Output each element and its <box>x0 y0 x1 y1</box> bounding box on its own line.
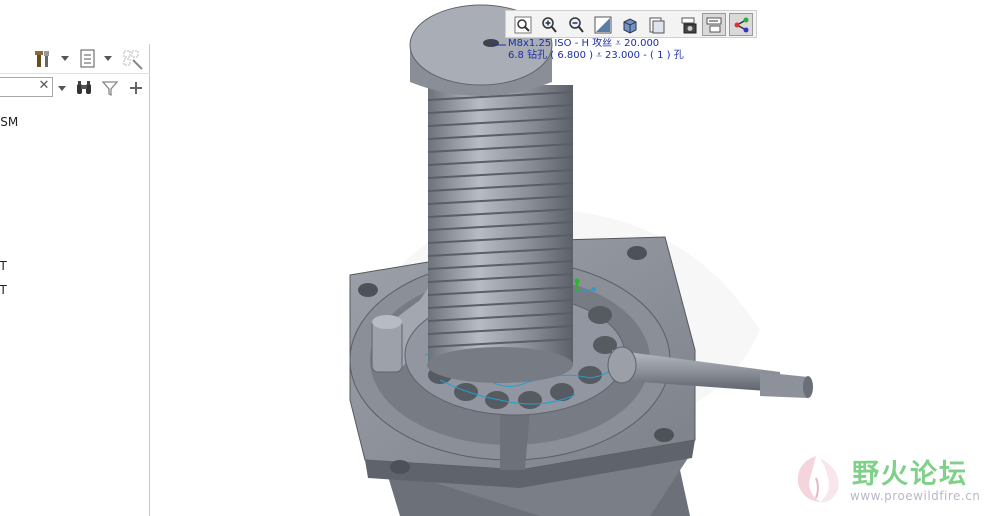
annotation-display-button[interactable] <box>702 13 726 36</box>
repaint-icon <box>594 16 612 34</box>
display-style-button[interactable] <box>617 13 641 36</box>
view-manager-icon <box>681 17 697 34</box>
settings-dropdown-icon[interactable] <box>61 56 69 61</box>
tree-item[interactable]: RT <box>0 257 7 275</box>
settings-tools-icon[interactable] <box>34 49 54 69</box>
display-style-icon <box>623 18 637 34</box>
corner-hole <box>654 428 674 442</box>
search-dropdown-icon[interactable] <box>58 86 66 91</box>
tree-item[interactable]: ASM <box>0 113 18 131</box>
saved-orientations-button[interactable] <box>644 13 668 36</box>
annotation-display-icon <box>706 17 722 33</box>
tree-item[interactable]: RT <box>0 281 7 299</box>
tree-filter-grid-icon[interactable] <box>122 49 143 70</box>
datum-display-button[interactable] <box>729 13 753 36</box>
zoom-out-button[interactable] <box>563 13 587 36</box>
clear-search-icon[interactable]: ✕ <box>37 78 51 94</box>
filter-funnel-icon[interactable] <box>101 79 119 97</box>
refit-button[interactable] <box>510 13 534 36</box>
find-binoculars-icon[interactable] <box>75 79 93 97</box>
refit-icon <box>514 16 532 34</box>
show-dropdown-icon[interactable] <box>104 56 112 61</box>
show-list-icon[interactable] <box>78 49 98 69</box>
tree-search-row: ✕ <box>0 75 150 101</box>
hole-annotation-line1[interactable]: M8x1.25 ISO - H 攻丝 ⩡ 20.000 <box>508 38 659 50</box>
tapped-hole <box>483 39 499 47</box>
model-tree-panel: ✕ ASM T T T RT RT <box>0 44 150 516</box>
zoom-out-icon <box>569 17 584 33</box>
cad-model-view[interactable] <box>151 0 994 516</box>
zoom-in-icon <box>542 17 557 33</box>
hole-annotation-line2[interactable]: 6.8 钻孔 ( 6.800 ) ⩡ 23.000 - ( 1 ) 孔 <box>508 50 684 62</box>
graphics-viewport[interactable]: M8x1.25 ISO - H 攻丝 ⩡ 20.000 6.8 钻孔 ( 6.8… <box>151 0 994 516</box>
repaint-button[interactable] <box>590 13 614 36</box>
model-tree-toolbar <box>0 44 150 74</box>
view-manager-button[interactable] <box>676 13 700 36</box>
watermark-url: www.proewildfire.cn <box>850 489 981 503</box>
watermark-forum-name: 野火论坛 <box>852 459 968 490</box>
zoom-in-button[interactable] <box>536 13 560 36</box>
corner-hole <box>627 246 647 260</box>
add-column-icon[interactable] <box>127 79 145 97</box>
saved-orientations-icon <box>649 17 665 34</box>
corner-hole <box>358 283 378 297</box>
corner-hole <box>390 460 410 474</box>
view-toolbar <box>505 10 757 38</box>
watermark-flame-logo <box>797 456 839 503</box>
datum-display-icon <box>734 17 749 33</box>
